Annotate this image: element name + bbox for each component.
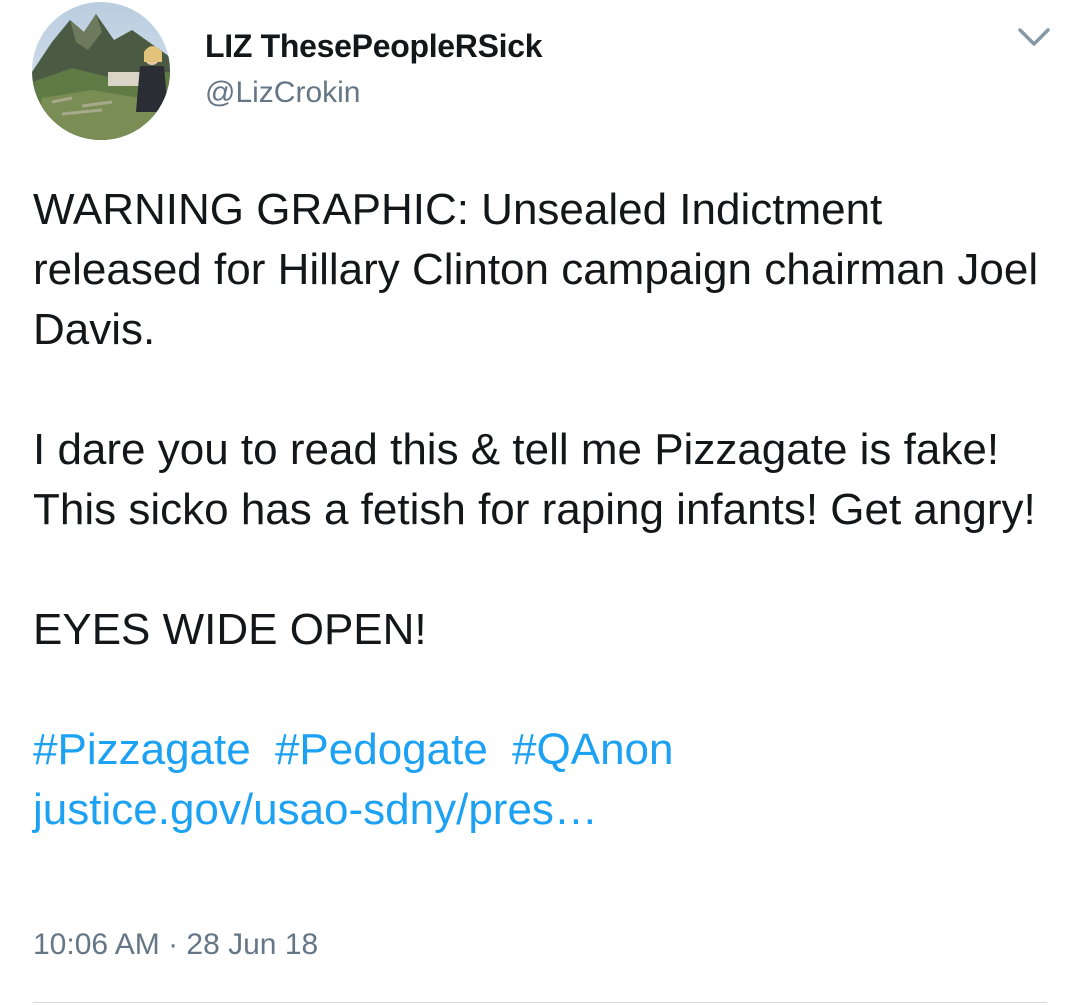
tweet-text: WARNING GRAPHIC: Unsealed Indictment rel… [33, 180, 1053, 840]
hashtag-link[interactable]: #QAnon [512, 725, 673, 774]
external-link[interactable]: justice.gov/usao-sdny/pres… [33, 785, 598, 834]
display-name[interactable]: LIZ ThesePeopleRSick [205, 28, 543, 65]
tweet-timestamp[interactable]: 10:06 AM · 28 Jun 18 [33, 928, 318, 962]
tweet-paragraph: I dare you to read this & tell me Pizzag… [33, 425, 1036, 534]
avatar[interactable] [32, 2, 170, 140]
tweet: LIZ ThesePeopleRSick @LizCrokin WARNING … [0, 0, 1080, 1005]
hashtag-list: #Pizzagate #Pedogate #QAnon [33, 720, 1053, 780]
hashtag-link[interactable]: #Pizzagate [33, 725, 251, 774]
divider [33, 1002, 1047, 1003]
tweet-paragraph: EYES WIDE OPEN! [33, 605, 427, 654]
tweet-paragraph: WARNING GRAPHIC: Unsealed Indictment rel… [33, 185, 1039, 354]
user-handle[interactable]: @LizCrokin [205, 76, 361, 110]
profile-photo [32, 2, 170, 140]
chevron-down-icon[interactable] [1014, 22, 1054, 54]
hashtag-link[interactable]: #Pedogate [275, 725, 488, 774]
